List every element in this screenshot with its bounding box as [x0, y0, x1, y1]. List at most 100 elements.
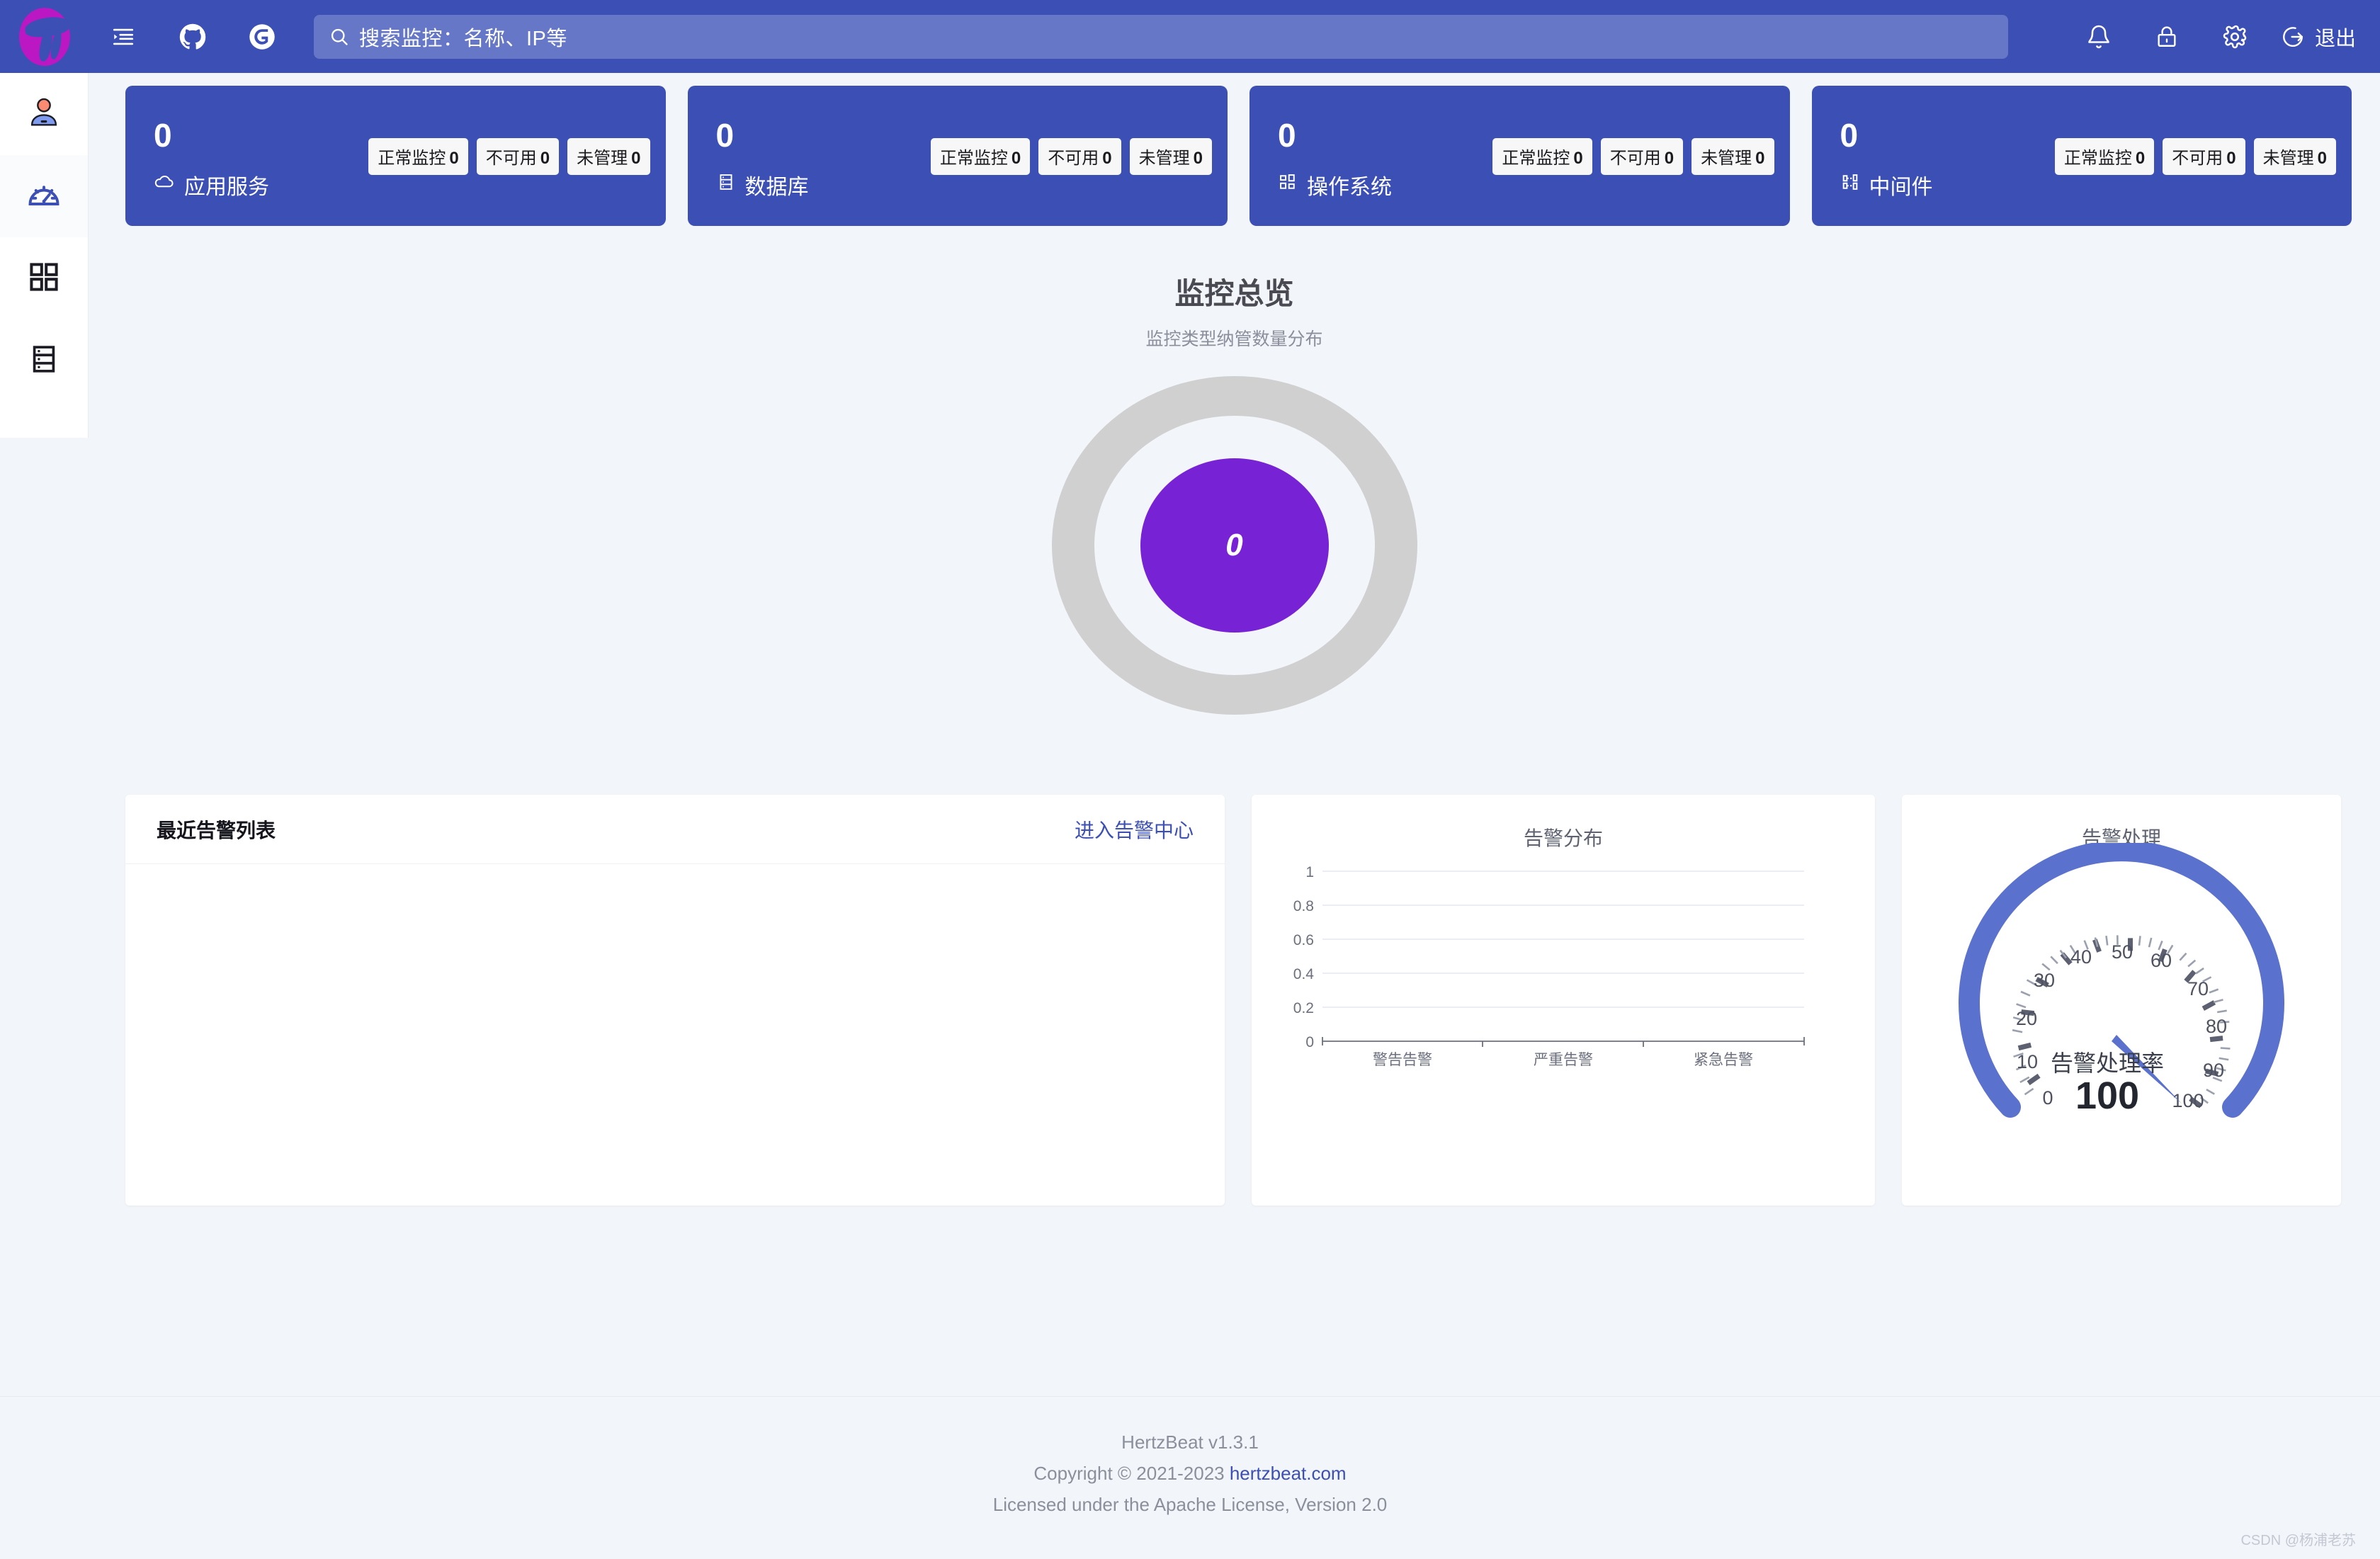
sidebar-item-alerts[interactable] [0, 319, 88, 402]
gauge-value: 100 [2075, 1075, 2139, 1117]
status-badge-unmanaged[interactable]: 未管理 0 [2253, 138, 2336, 175]
stat-count: 0 [154, 117, 172, 154]
stat-badges: 正常监控 0 不可用 0 未管理 0 [930, 138, 1212, 175]
gauge-tick-label: 60 [2150, 950, 2172, 971]
overview-donut-chart: 0 [1051, 376, 1417, 715]
gauge-tick-label: 40 [2070, 946, 2092, 968]
hertzbeat-site-link[interactable]: hertzbeat.com [1230, 1463, 1347, 1484]
x-category-label: 紧急告警 [1694, 1052, 1753, 1068]
status-badge-down[interactable]: 不可用 0 [1600, 138, 1684, 175]
gauge-rate-label: 告警处理率 [2051, 1050, 2164, 1076]
stat-label-text: 操作系统 [1307, 176, 1392, 199]
x-category-label: 严重告警 [1534, 1052, 1593, 1068]
gitee-icon[interactable] [240, 15, 284, 59]
gauge-tick-label: 20 [2016, 1008, 2037, 1029]
y-tick-label: 0 [1305, 1034, 1314, 1050]
stat-label: 中间件 [1840, 169, 1933, 200]
logout-label: 退出 [2314, 27, 2356, 50]
gauge-tick-label: 10 [2017, 1051, 2038, 1072]
go-to-alert-center-link[interactable]: 进入告警中心 [1075, 815, 1194, 844]
stat-card-database[interactable]: 0 数据库 正常监控 0 不可用 0 未管理 0 [687, 86, 1228, 226]
x-category-label: 警告告警 [1373, 1052, 1432, 1068]
stat-label-text: 中间件 [1869, 176, 1933, 199]
bottom-panels: 最近告警列表 进入告警中心 告警分布 1 0.8 0.6 0.4 0.2 0 警… [89, 795, 2380, 1206]
dashboard-gauge-icon [26, 176, 62, 217]
alert-handling-gauge: 0 10 20 30 40 50 60 70 80 90 100 告警处理率 1… [1959, 843, 2284, 1118]
y-tick-label: 0.2 [1293, 1000, 1314, 1016]
logout-button[interactable]: 退出 [2281, 22, 2356, 52]
recent-alerts-title: 最近告警列表 [157, 819, 276, 841]
page-title: 监控总览 [1174, 277, 1294, 310]
gear-icon[interactable] [2213, 15, 2257, 59]
stat-badges: 正常监控 0 不可用 0 未管理 0 [1492, 138, 1774, 175]
gauge-tick-label: 80 [2206, 1016, 2227, 1037]
search-icon [331, 28, 348, 45]
main-content: 0 应用服务 正常监控 0 不可用 0 未管理 0 0 数据库 正常监控 0 不… [89, 73, 2380, 1396]
sidebar [0, 73, 89, 438]
server-list-icon [28, 343, 60, 379]
status-badge-normal[interactable]: 正常监控 0 [2054, 138, 2155, 175]
status-badge-unmanaged[interactable]: 未管理 0 [567, 138, 650, 175]
app-header: 搜索监控：名称、IP等 退出 [0, 0, 2380, 73]
stat-count: 0 [715, 117, 735, 154]
app-footer: HertzBeat v1.3.1 Copyright © 2021-2023 h… [0, 1396, 2380, 1559]
hertzbeat-logo-icon [18, 7, 70, 66]
gauge-tick-label: 50 [2112, 941, 2133, 963]
recent-alerts-header: 最近告警列表 进入告警中心 [125, 795, 1225, 864]
stat-card-row: 0 应用服务 正常监控 0 不可用 0 未管理 0 0 数据库 正常监控 0 不… [89, 73, 2380, 226]
recent-alerts-list [125, 864, 1225, 915]
y-tick-label: 1 [1305, 864, 1314, 880]
status-badge-normal[interactable]: 正常监控 0 [1492, 138, 1592, 175]
stat-label-text: 应用服务 [184, 176, 269, 199]
gauge-tick-label: 90 [2203, 1060, 2224, 1081]
alert-distribution-chart: 1 0.8 0.6 0.4 0.2 0 警告告警 严重告警 紧急告警 [1293, 864, 1805, 1068]
stat-card-app-service[interactable]: 0 应用服务 正常监控 0 不可用 0 未管理 0 [125, 86, 666, 226]
github-icon[interactable] [171, 15, 215, 59]
monitor-overview: 监控总览 监控类型纳管数量分布 0 [89, 270, 2380, 715]
stat-badges: 正常监控 0 不可用 0 未管理 0 [2054, 138, 2336, 175]
donut-center[interactable]: 0 [1140, 458, 1329, 633]
page-subtitle: 监控类型纳管数量分布 [1145, 329, 1323, 349]
menu-fold-icon[interactable] [101, 15, 145, 59]
user-avatar-icon [26, 94, 62, 135]
donut-center-value: 0 [1225, 528, 1243, 562]
alert-distribution-title: 告警分布 [1523, 827, 1603, 849]
footer-license: Licensed under the Apache License, Versi… [992, 1494, 1388, 1515]
status-badge-down[interactable]: 不可用 0 [1038, 138, 1121, 175]
stat-badges: 正常监控 0 不可用 0 未管理 0 [368, 138, 650, 175]
status-badge-normal[interactable]: 正常监控 0 [930, 138, 1031, 175]
stat-count: 0 [1278, 117, 1296, 154]
y-tick-label: 0.4 [1293, 966, 1315, 982]
grid-apps-icon [27, 260, 61, 297]
stat-label: 数据库 [716, 169, 809, 200]
status-badge-unmanaged[interactable]: 未管理 0 [1129, 138, 1212, 175]
stat-card-middleware[interactable]: 0 中间件 正常监控 0 不可用 0 未管理 0 [1811, 86, 2352, 226]
search-input[interactable]: 搜索监控：名称、IP等 [314, 14, 2008, 59]
footer-copyright-text: Copyright © 2021-2023 [1033, 1463, 1230, 1484]
footer-copyright: Copyright © 2021-2023 hertzbeat.com [0, 1458, 2380, 1489]
status-badge-down[interactable]: 不可用 0 [2163, 138, 2245, 175]
sidebar-item-account[interactable] [0, 73, 88, 155]
gauge-tick-label: 100 [2172, 1090, 2204, 1111]
watermark: CSDN @杨浦老苏 [2240, 1533, 2356, 1548]
gauge-tick-label: 70 [2187, 978, 2209, 999]
stat-label: 操作系统 [1278, 169, 1392, 200]
sidebar-item-dashboard[interactable] [0, 155, 88, 237]
lock-icon[interactable] [2145, 15, 2189, 59]
sidebar-item-monitors[interactable] [0, 237, 88, 319]
status-badge-normal[interactable]: 正常监控 0 [368, 138, 468, 175]
gauge-tick-label: 30 [2034, 970, 2055, 991]
stat-count: 0 [1840, 117, 1859, 154]
status-badge-down[interactable]: 不可用 0 [476, 138, 560, 175]
alert-handling-panel: 告警处理 0 10 20 30 40 50 60 70 80 90 100 告警… [1902, 795, 2341, 1206]
header-actions: 退出 [2053, 15, 2380, 59]
stat-label-text: 数据库 [744, 176, 809, 199]
y-tick-label: 0.8 [1293, 898, 1314, 914]
bell-icon[interactable] [2077, 15, 2121, 59]
y-tick-label: 0.6 [1293, 932, 1314, 948]
database-icon [716, 172, 736, 198]
stat-card-os[interactable]: 0 操作系统 正常监控 0 不可用 0 未管理 0 [1250, 86, 1790, 226]
app-logo[interactable] [0, 0, 89, 73]
status-badge-unmanaged[interactable]: 未管理 0 [1692, 138, 1774, 175]
footer-version: HertzBeat v1.3.1 [1121, 1432, 1259, 1453]
